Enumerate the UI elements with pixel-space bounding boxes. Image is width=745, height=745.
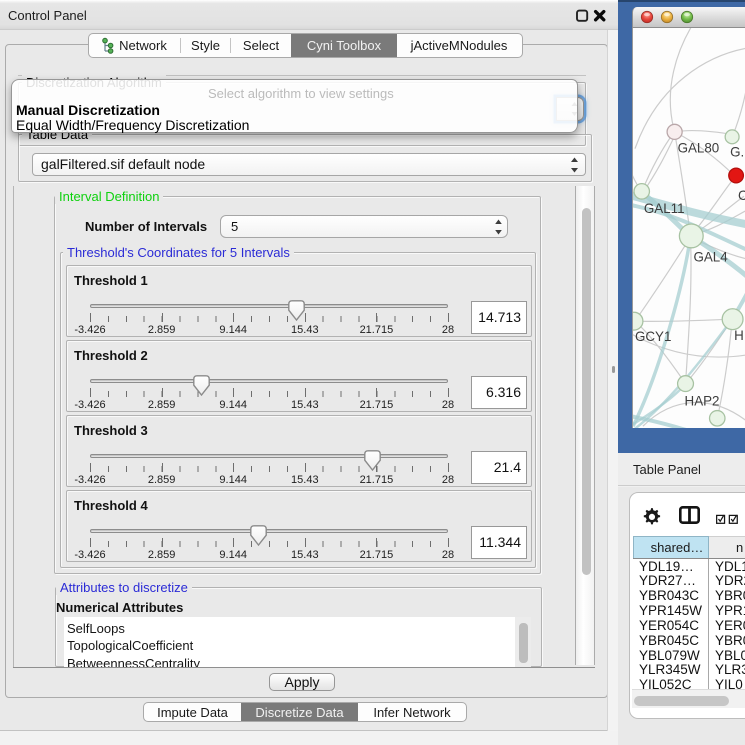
svg-text:GAL80: GAL80 [678,141,720,156]
svg-text:C: C [738,188,745,203]
svg-text:G.: G. [730,145,744,160]
svg-text:GAL4: GAL4 [693,250,728,265]
svg-text:GCY1: GCY1 [635,329,671,344]
svg-text:H: H [734,328,744,343]
svg-text:HAP2: HAP2 [685,393,720,408]
svg-text:GAL11: GAL11 [644,201,685,216]
